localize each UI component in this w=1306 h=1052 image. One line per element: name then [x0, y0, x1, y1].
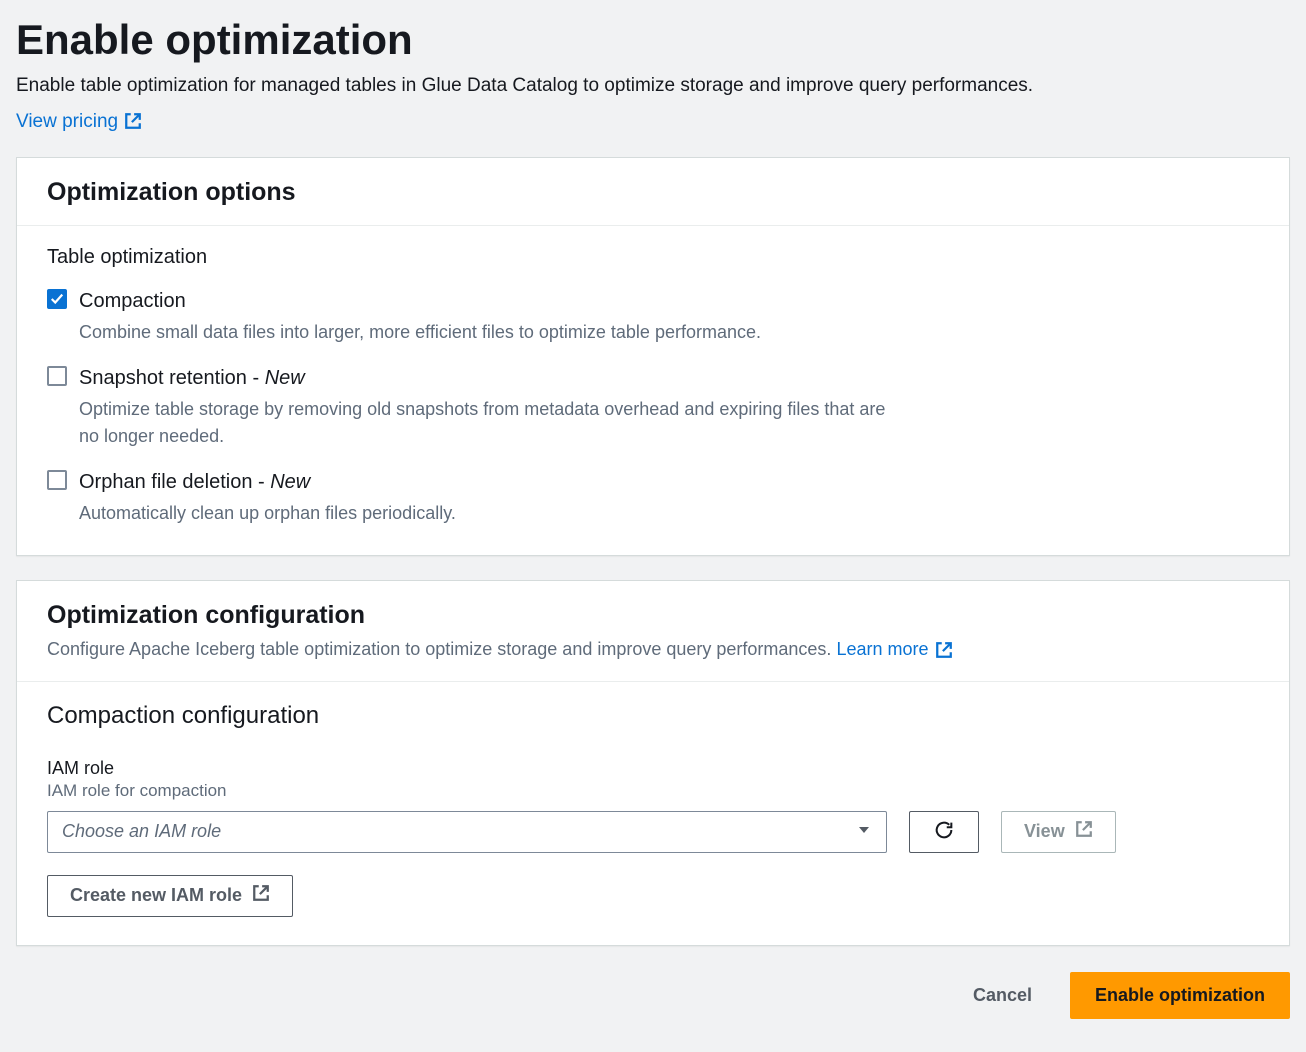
external-link-icon: [252, 884, 270, 907]
orphan-file-deletion-desc: Automatically clean up orphan files peri…: [79, 500, 899, 527]
page-title: Enable optimization: [16, 16, 1290, 64]
external-link-icon: [1075, 820, 1093, 843]
footer-actions: Cancel Enable optimization: [16, 972, 1290, 1019]
config-card-desc: Configure Apache Iceberg table optimizat…: [47, 636, 1259, 663]
refresh-button[interactable]: [909, 811, 979, 853]
optimization-options-card: Optimization options Table optimization …: [16, 157, 1290, 556]
enable-optimization-button[interactable]: Enable optimization: [1070, 972, 1290, 1019]
compaction-configuration-title: Compaction configuration: [47, 702, 1259, 730]
compaction-checkbox[interactable]: [47, 289, 67, 309]
checkbox-orphan-file-deletion: Orphan file deletion - New Automatically…: [47, 468, 1259, 527]
view-button-label: View: [1024, 821, 1065, 842]
table-optimization-label: Table optimization: [47, 246, 1259, 269]
external-link-icon: [124, 111, 142, 133]
orphan-file-deletion-label: Orphan file deletion - New: [79, 468, 899, 496]
config-card-title: Optimization configuration: [47, 601, 1259, 630]
compaction-label: Compaction: [79, 287, 899, 315]
checkbox-compaction: Compaction Combine small data files into…: [47, 287, 1259, 346]
refresh-icon: [933, 819, 955, 844]
create-new-iam-role-button[interactable]: Create new IAM role: [47, 875, 293, 917]
learn-more-link[interactable]: Learn more: [836, 636, 952, 663]
iam-role-label: IAM role: [47, 758, 1259, 779]
iam-role-select[interactable]: Choose an IAM role: [47, 811, 887, 853]
snapshot-retention-desc: Optimize table storage by removing old s…: [79, 396, 899, 450]
iam-role-hint: IAM role for compaction: [47, 781, 1259, 801]
iam-role-placeholder: Choose an IAM role: [62, 821, 221, 842]
external-link-icon: [935, 636, 953, 663]
snapshot-retention-label: Snapshot retention - New: [79, 364, 899, 392]
view-pricing-link[interactable]: View pricing: [16, 111, 142, 133]
page-description: Enable table optimization for managed ta…: [16, 72, 1290, 101]
optimization-configuration-card: Optimization configuration Configure Apa…: [16, 580, 1290, 946]
learn-more-label: Learn more: [836, 636, 928, 663]
snapshot-retention-checkbox[interactable]: [47, 366, 67, 386]
compaction-desc: Combine small data files into larger, mo…: [79, 319, 899, 346]
options-card-title: Optimization options: [47, 178, 1259, 207]
checkbox-snapshot-retention: Snapshot retention - New Optimize table …: [47, 364, 1259, 450]
caret-down-icon: [856, 822, 872, 841]
create-new-iam-role-label: Create new IAM role: [70, 885, 242, 906]
view-button[interactable]: View: [1001, 811, 1116, 853]
view-pricing-label: View pricing: [16, 111, 118, 133]
orphan-file-deletion-checkbox[interactable]: [47, 470, 67, 490]
cancel-button[interactable]: Cancel: [955, 975, 1050, 1016]
